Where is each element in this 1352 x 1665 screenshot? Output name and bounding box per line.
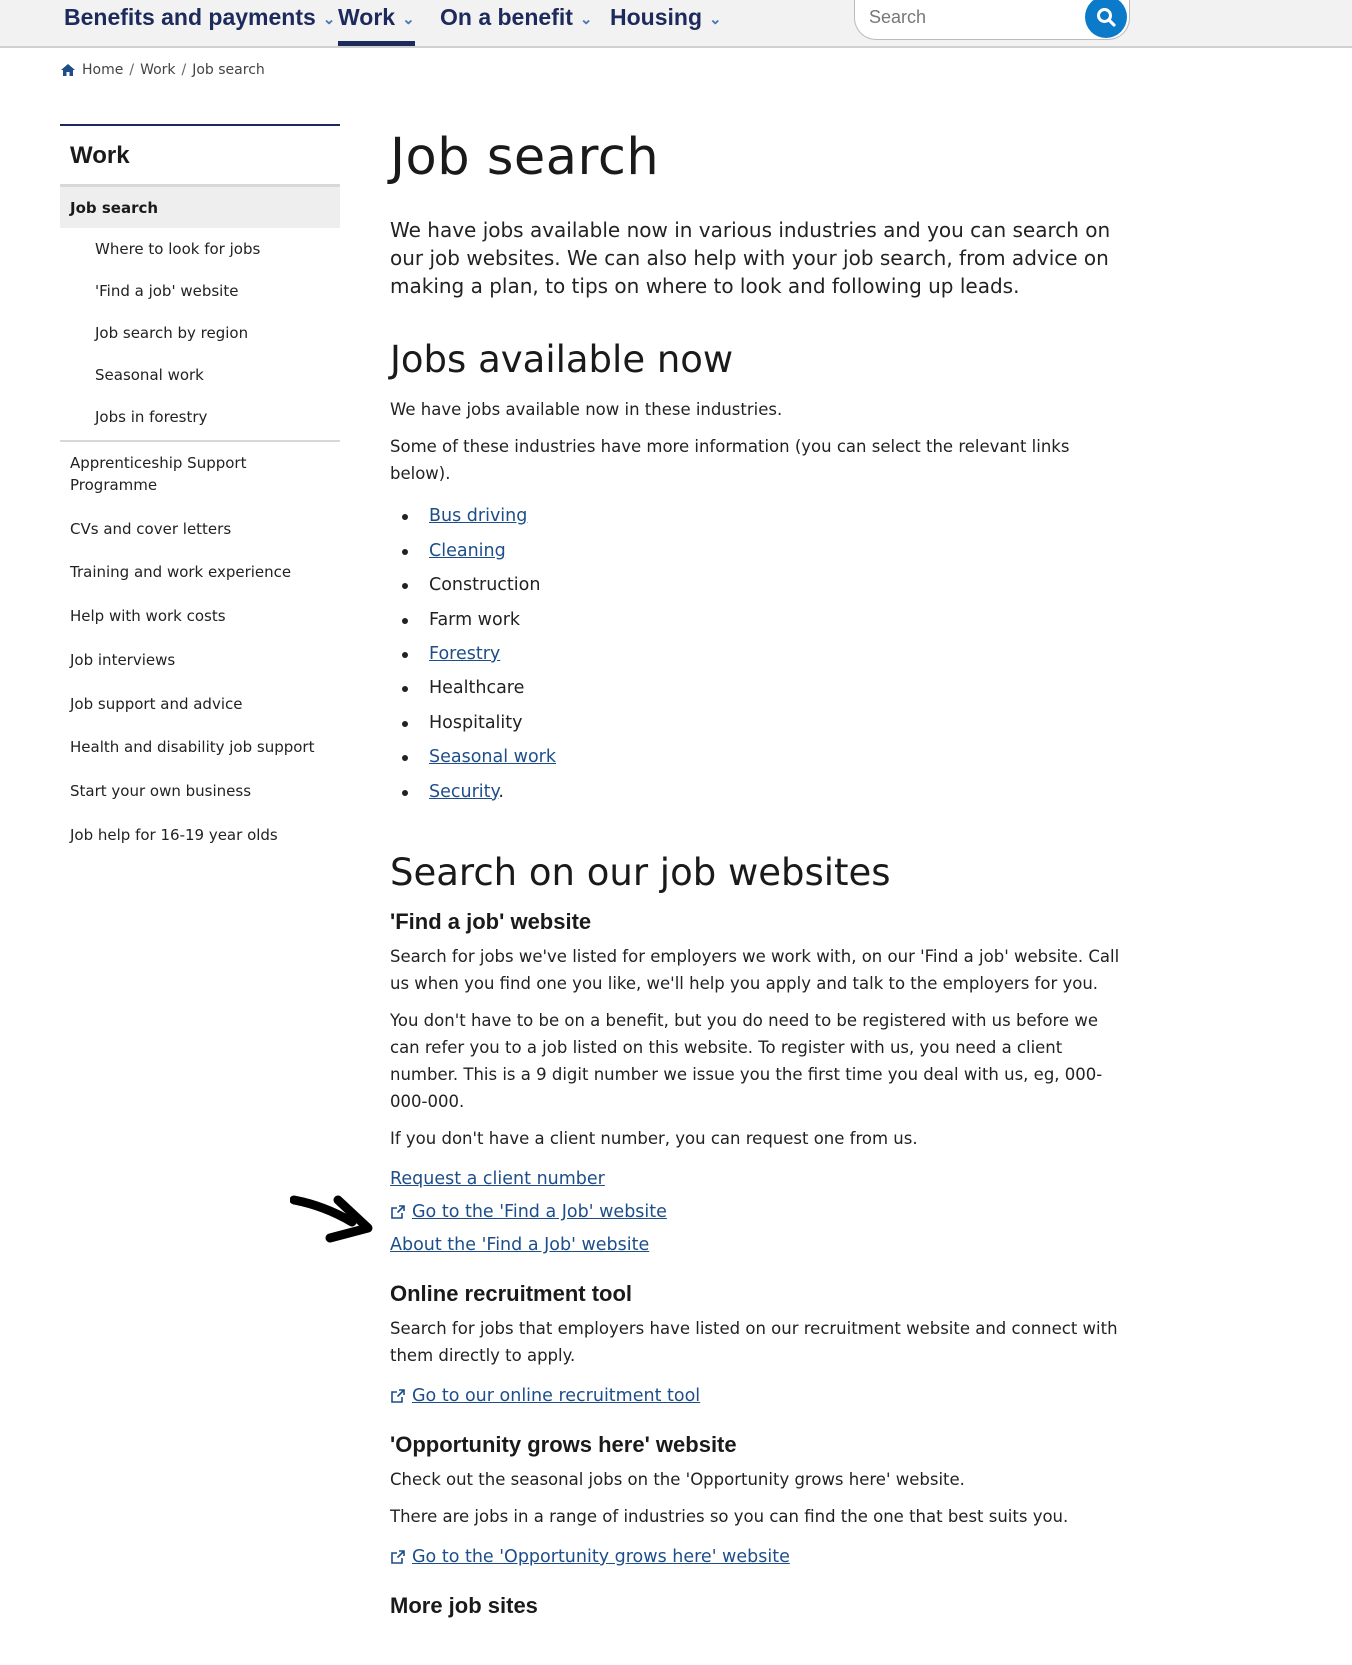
chevron-down-icon: ⌄	[709, 11, 722, 28]
sidebar-subitem[interactable]: Seasonal work	[60, 354, 340, 396]
page-title: Job search	[390, 128, 660, 187]
sidebar-item[interactable]: Apprenticeship Support Programme	[60, 442, 260, 508]
request-client-number-row: Request a client number	[390, 1162, 1130, 1195]
magnifier-icon	[1097, 8, 1116, 27]
industry-label: Hospitality	[429, 712, 523, 733]
opportunity-text-2: There are jobs in a range of industries …	[390, 1507, 1069, 1527]
go-to-recruitment-tool-link[interactable]: Go to our online recruitment tool	[412, 1381, 700, 1411]
sidebar-item[interactable]: Training and work experience	[60, 551, 340, 595]
request-client-number-link[interactable]: Request a client number	[390, 1164, 605, 1194]
opportunity-link-row: Go to the 'Opportunity grows here' websi…	[390, 1540, 1130, 1573]
industry-link-seasonal-work[interactable]: Seasonal work	[429, 747, 556, 767]
sidebar-item[interactable]: Job interviews	[60, 639, 340, 683]
sidebar-subitem[interactable]: 'Find a job' website	[60, 270, 340, 312]
sidebar-item[interactable]: Job support and advice	[60, 683, 340, 727]
sidebar-item-job-search[interactable]: Job search	[60, 187, 340, 228]
nav-housing[interactable]: Housing ⌄	[610, 0, 722, 46]
sidebar-nav: Work Job search Where to look for jobs '…	[60, 124, 340, 858]
find-a-job-external-row: Go to the 'Find a Job' website	[390, 1195, 1130, 1228]
breadcrumb-home[interactable]: Home	[82, 62, 123, 78]
industry-list: Bus driving Cleaning Construction Farm w…	[390, 501, 1130, 811]
industry-link-cleaning[interactable]: Cleaning	[429, 541, 506, 561]
sidebar-item[interactable]: CVs and cover letters	[60, 508, 340, 552]
breadcrumb-separator: /	[181, 62, 187, 78]
subheading-opportunity-grows-here: 'Opportunity grows here' website	[390, 1432, 737, 1458]
industry-label: Healthcare	[429, 678, 525, 699]
chevron-down-icon: ⌄	[579, 11, 593, 28]
nav-on-a-benefit[interactable]: On a benefit ⌄	[440, 0, 592, 46]
annotation-arrow-icon	[290, 1195, 373, 1243]
industry-item: Healthcare	[390, 673, 1130, 707]
chevron-down-icon: ⌄	[402, 11, 415, 28]
sidebar-subitem[interactable]: Jobs in forestry	[60, 396, 340, 438]
recruitment-tool-row: Go to our online recruitment tool	[390, 1379, 1130, 1412]
top-navigation: Benefits and payments ⌄ Work ⌄ On a benefi…	[0, 0, 1352, 48]
breadcrumb-work[interactable]: Work	[140, 62, 175, 78]
industry-item: Farm work	[390, 605, 1130, 639]
industry-link-forestry[interactable]: Forestry	[429, 644, 500, 664]
jobs-intro-text: We have jobs available now in these indu…	[390, 400, 783, 420]
sidebar-subitem[interactable]: Where to look for jobs	[60, 228, 340, 270]
subheading-find-a-job: 'Find a job' website	[390, 909, 592, 935]
industry-item: Construction	[390, 570, 1130, 604]
sidebar-item[interactable]: Start your own business	[60, 770, 340, 814]
search-input[interactable]	[869, 2, 1069, 32]
industry-label: Construction	[429, 575, 541, 596]
chevron-down-icon: ⌄	[322, 11, 336, 28]
industry-item: Seasonal work	[390, 742, 1130, 776]
external-link-icon	[391, 1205, 405, 1219]
external-link-icon	[391, 1389, 405, 1403]
industry-label: Farm work	[429, 609, 521, 630]
about-find-a-job-row: About the 'Find a Job' website	[390, 1228, 1130, 1261]
breadcrumb-current: Job search	[192, 62, 265, 78]
industry-item: Bus driving	[390, 501, 1130, 535]
main-content: Job search We have jobs available now in…	[390, 128, 1130, 1627]
nav-benefits-and-payments[interactable]: Benefits and payments ⌄	[64, 0, 335, 46]
breadcrumb-separator: /	[129, 62, 135, 78]
go-to-opportunity-link[interactable]: Go to the 'Opportunity grows here' websi…	[412, 1542, 790, 1572]
industry-item: Security.	[390, 777, 1130, 811]
industry-link-bus-driving[interactable]: Bus driving	[429, 506, 527, 526]
find-job-text-2: You don't have to be on a benefit, but y…	[390, 1011, 1103, 1112]
sidebar-subitem[interactable]: Job search by region	[60, 312, 340, 354]
subheading-more-job-sites: More job sites	[390, 1593, 538, 1619]
industry-item: Forestry	[390, 639, 1130, 673]
sidebar-item[interactable]: Job help for 16-19 year olds	[60, 814, 340, 858]
subheading-online-recruitment: Online recruitment tool	[390, 1281, 633, 1307]
sidebar-title[interactable]: Work	[60, 126, 340, 187]
sidebar-item[interactable]: Health and disability job support	[60, 726, 340, 770]
section-heading-search-sites: Search on our job websites	[390, 851, 891, 894]
recruitment-text: Search for jobs that employers have list…	[390, 1319, 1118, 1366]
lead-paragraph: We have jobs available now in various in…	[390, 218, 1111, 299]
home-icon[interactable]	[60, 63, 76, 77]
about-find-a-job-link[interactable]: About the 'Find a Job' website	[390, 1230, 649, 1260]
industry-suffix: .	[498, 781, 504, 802]
industry-link-security[interactable]: Security	[429, 782, 498, 802]
industry-item: Cleaning	[390, 536, 1130, 570]
external-link-icon	[391, 1550, 405, 1564]
sidebar-item[interactable]: Help with work costs	[60, 595, 340, 639]
go-to-find-a-job-link[interactable]: Go to the 'Find a Job' website	[412, 1197, 667, 1227]
nav-work[interactable]: Work ⌄	[338, 0, 415, 46]
jobs-info-text: Some of these industries have more infor…	[390, 437, 1070, 484]
breadcrumb: Home / Work / Job search	[60, 62, 265, 78]
find-job-text-3: If you don't have a client number, you c…	[390, 1129, 918, 1149]
find-job-text-1: Search for jobs we've listed for employe…	[390, 947, 1120, 994]
opportunity-text-1: Check out the seasonal jobs on the 'Oppo…	[390, 1470, 965, 1490]
sidebar-subgroup: Where to look for jobs 'Find a job' webs…	[60, 228, 340, 442]
section-heading-jobs-available: Jobs available now	[390, 338, 734, 382]
industry-item: Hospitality	[390, 708, 1130, 742]
